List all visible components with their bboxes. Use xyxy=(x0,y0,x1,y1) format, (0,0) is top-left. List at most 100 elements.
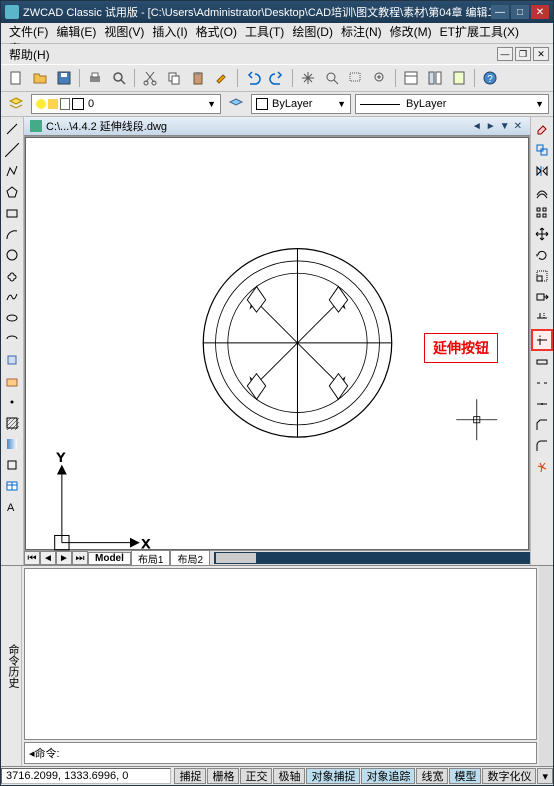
spline-button[interactable] xyxy=(2,287,22,307)
line-button[interactable] xyxy=(2,119,22,139)
pline-button[interactable] xyxy=(2,161,22,181)
block-button[interactable] xyxy=(2,371,22,391)
undo-button[interactable] xyxy=(242,67,264,89)
close-button[interactable]: ✕ xyxy=(531,5,549,19)
point-button[interactable] xyxy=(2,392,22,412)
fillet-button[interactable] xyxy=(532,436,552,456)
ortho-toggle[interactable]: 正交 xyxy=(240,768,272,784)
help-button[interactable]: ? xyxy=(479,67,501,89)
preview-button[interactable] xyxy=(108,67,130,89)
hatch-button[interactable] xyxy=(2,413,22,433)
rotate-button[interactable] xyxy=(532,245,552,265)
arc-button[interactable] xyxy=(2,224,22,244)
menu-tools[interactable]: 工具(T) xyxy=(241,23,288,40)
mtext-button[interactable]: A xyxy=(2,497,22,517)
revcloud-button[interactable] xyxy=(2,266,22,286)
break-button[interactable] xyxy=(532,352,552,372)
document-area: C:\...\4.4.2 延伸线段.dwg ◄ ► ▼ ✕ xyxy=(24,117,530,565)
grid-toggle[interactable]: 栅格 xyxy=(207,768,239,784)
insert-button[interactable] xyxy=(2,350,22,370)
mdi-restore-button[interactable]: ❐ xyxy=(515,47,531,61)
toolpalettes-button[interactable] xyxy=(448,67,470,89)
model-toggle[interactable]: 模型 xyxy=(449,768,481,784)
trim-button[interactable] xyxy=(532,308,552,328)
mdi-close-button[interactable]: ✕ xyxy=(533,47,549,61)
menu-insert[interactable]: 插入(I) xyxy=(148,23,191,40)
print-button[interactable] xyxy=(84,67,106,89)
open-button[interactable] xyxy=(29,67,51,89)
chamfer-button[interactable] xyxy=(532,415,552,435)
new-button[interactable] xyxy=(5,67,27,89)
zoom-window-button[interactable] xyxy=(345,67,367,89)
erase-button[interactable] xyxy=(532,119,552,139)
layerprev-button[interactable] xyxy=(225,93,247,115)
cmd-vscrollbar[interactable] xyxy=(539,566,553,766)
linetype-selector[interactable]: ByLayer ▼ xyxy=(355,94,549,114)
offset-button[interactable] xyxy=(532,182,552,202)
cut-button[interactable] xyxy=(139,67,161,89)
save-button[interactable] xyxy=(53,67,75,89)
layer-manager-button[interactable] xyxy=(5,93,27,115)
extend-button[interactable] xyxy=(531,329,553,351)
snap-toggle[interactable]: 捕捉 xyxy=(174,768,206,784)
maximize-button[interactable]: □ xyxy=(511,5,529,19)
move-button[interactable] xyxy=(532,224,552,244)
minimize-button[interactable]: — xyxy=(491,5,509,19)
ellipse-button[interactable] xyxy=(2,308,22,328)
menu-edit[interactable]: 编辑(E) xyxy=(52,23,100,40)
menu-format[interactable]: 格式(O) xyxy=(192,23,241,40)
rectangle-button[interactable] xyxy=(2,203,22,223)
polar-toggle[interactable]: 极轴 xyxy=(273,768,305,784)
redo-button[interactable] xyxy=(266,67,288,89)
mirror-button[interactable] xyxy=(532,161,552,181)
gradient-button[interactable] xyxy=(2,434,22,454)
otrack-toggle[interactable]: 对象追踪 xyxy=(361,768,415,784)
command-history[interactable] xyxy=(24,568,537,740)
polygon-button[interactable] xyxy=(2,182,22,202)
menu-modify[interactable]: 修改(M) xyxy=(386,23,436,40)
explode-button[interactable] xyxy=(532,457,552,477)
command-line[interactable]: ◂ 命令: xyxy=(24,742,537,764)
command-input[interactable] xyxy=(64,746,532,760)
layer-selector[interactable]: 0 ▼ xyxy=(31,94,221,114)
menu-help[interactable]: 帮助(H) xyxy=(5,46,54,63)
matchprop-button[interactable] xyxy=(211,67,233,89)
paste-button[interactable] xyxy=(187,67,209,89)
xline-button[interactable] xyxy=(2,140,22,160)
zoom-realtime-button[interactable] xyxy=(321,67,343,89)
doc-next-button[interactable]: ► xyxy=(484,121,498,132)
scale-button[interactable] xyxy=(532,266,552,286)
designcenter-button[interactable] xyxy=(424,67,446,89)
copy-button[interactable] xyxy=(163,67,185,89)
region-button[interactable] xyxy=(2,455,22,475)
doc-prev-button[interactable]: ◄ xyxy=(470,121,484,132)
status-menu-button[interactable]: ▾ xyxy=(537,768,553,784)
lwt-toggle[interactable]: 线宽 xyxy=(416,768,448,784)
menu-view[interactable]: 视图(V) xyxy=(100,23,148,40)
menu-file[interactable]: 文件(F) xyxy=(5,23,52,40)
zoom-prev-button[interactable] xyxy=(369,67,391,89)
join-button[interactable] xyxy=(532,394,552,414)
menu-et[interactable]: ET扩展工具(X) xyxy=(436,23,523,40)
circle-button[interactable] xyxy=(2,245,22,265)
array-button[interactable] xyxy=(532,203,552,223)
table-button[interactable] xyxy=(2,476,22,496)
osnap-toggle[interactable]: 对象捕捉 xyxy=(306,768,360,784)
color-selector[interactable]: ByLayer ▼ xyxy=(251,94,351,114)
stretch-button[interactable] xyxy=(532,287,552,307)
drawing-canvas[interactable]: X Y 延伸按钮 xyxy=(25,137,529,550)
hscrollbar[interactable] xyxy=(214,552,530,564)
tablet-toggle[interactable]: 数字化仪 xyxy=(482,768,536,784)
pan-button[interactable] xyxy=(297,67,319,89)
doc-close-button[interactable]: ✕ xyxy=(512,121,524,132)
coordinates[interactable]: 3716.2099, 1333.6996, 0 xyxy=(1,768,171,784)
break2-button[interactable] xyxy=(532,373,552,393)
linetype-value: ByLayer xyxy=(406,98,446,110)
copy-obj-button[interactable] xyxy=(532,140,552,160)
mdi-minimize-button[interactable]: — xyxy=(497,47,513,61)
menu-draw[interactable]: 绘图(D) xyxy=(288,23,337,40)
menu-dimension[interactable]: 标注(N) xyxy=(337,23,386,40)
doc-menu-button[interactable]: ▼ xyxy=(498,121,512,132)
ellipsearc-button[interactable] xyxy=(2,329,22,349)
properties-button[interactable] xyxy=(400,67,422,89)
